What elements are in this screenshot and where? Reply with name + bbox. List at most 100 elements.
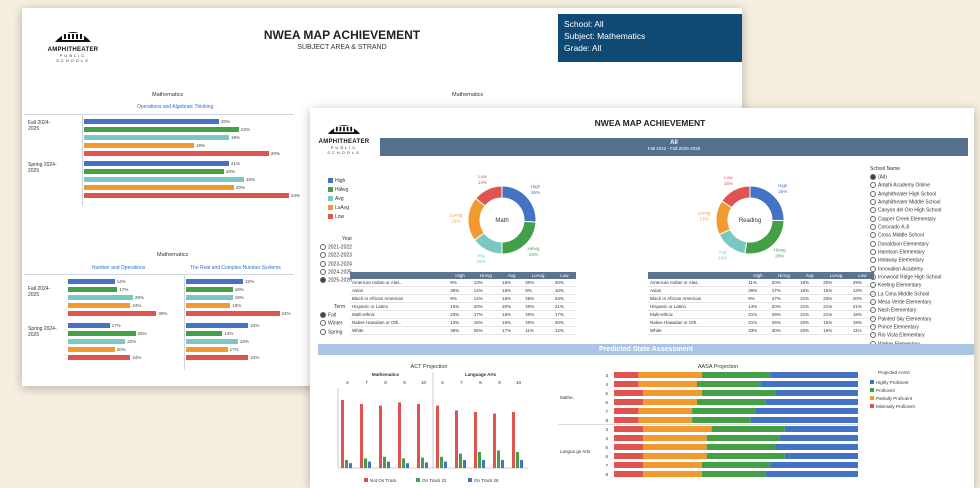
aasa-legend-label: Highly Proficient bbox=[876, 380, 909, 385]
radio-icon[interactable] bbox=[870, 182, 876, 189]
aasa-bar-segment bbox=[638, 372, 702, 378]
school-option[interactable]: Prince Elementary bbox=[870, 323, 970, 330]
section2-divider bbox=[24, 274, 294, 275]
legend-label: Low bbox=[335, 214, 345, 220]
school-option[interactable]: Rio Vista Elementary bbox=[870, 332, 970, 339]
radio-icon[interactable] bbox=[870, 223, 876, 230]
school-option[interactable]: Harelson Elementary bbox=[870, 248, 970, 255]
act-grade-label: 9 bbox=[498, 380, 501, 385]
school-option[interactable]: Copper Creek Elementary bbox=[870, 215, 970, 222]
school-option[interactable]: Coronado K-8 bbox=[870, 223, 970, 231]
operations-strand-bar bbox=[84, 143, 194, 148]
school-option[interactable]: Painted Sky Elementary bbox=[870, 315, 970, 322]
year-option[interactable]: 2021-2022 bbox=[320, 244, 352, 250]
year-option[interactable]: 2025-2026 bbox=[320, 277, 352, 284]
table-cell: 18% bbox=[500, 279, 524, 287]
table-cell: Multi-ethnic bbox=[350, 310, 449, 319]
table-row: American Indian or Alas.. 9% 13% 18% 30% 30% bbox=[350, 279, 576, 287]
term-option-label: Winter bbox=[328, 320, 343, 327]
radio-icon[interactable] bbox=[320, 252, 326, 259]
act-bar bbox=[383, 456, 386, 468]
radio-icon[interactable] bbox=[870, 298, 876, 305]
table-cell: Asian bbox=[648, 286, 747, 295]
donut-slice-value: 17% bbox=[700, 217, 709, 222]
radio-icon[interactable] bbox=[870, 265, 876, 272]
radio-icon[interactable] bbox=[870, 290, 876, 297]
school-option[interactable]: Amphi Academy Online bbox=[870, 182, 970, 189]
radio-icon[interactable] bbox=[870, 323, 876, 330]
school-option[interactable]: Mesa Verde Elementary bbox=[870, 298, 970, 305]
radio-icon[interactable] bbox=[870, 273, 876, 280]
radio-icon[interactable] bbox=[870, 232, 876, 239]
aasa-bar-segment bbox=[765, 471, 858, 477]
radio-icon[interactable] bbox=[320, 260, 326, 267]
term-option-label: Fall bbox=[328, 312, 337, 319]
radio-icon[interactable] bbox=[320, 320, 326, 327]
school-option[interactable]: Ironwood Ridge High School bbox=[870, 273, 970, 280]
radio-icon[interactable] bbox=[870, 307, 876, 314]
donut-slice-value: 14% bbox=[478, 180, 487, 185]
term-option[interactable]: Winter bbox=[320, 320, 345, 327]
table-cell: 14% bbox=[746, 302, 770, 311]
radio-icon[interactable] bbox=[870, 240, 876, 247]
term-option[interactable]: Spring bbox=[320, 328, 345, 335]
radio-icon[interactable] bbox=[870, 198, 876, 205]
school-option[interactable]: Holaway Elementary bbox=[870, 257, 970, 264]
school-option[interactable]: Amphitheater High School bbox=[870, 190, 970, 197]
radio-icon[interactable] bbox=[870, 215, 876, 222]
year-option[interactable]: 2024-2025 bbox=[320, 268, 352, 275]
number-operations-bar bbox=[68, 287, 118, 292]
act-bar bbox=[512, 412, 515, 468]
school-option[interactable]: (All) bbox=[870, 174, 970, 180]
school-option[interactable]: Cross Middle School bbox=[870, 232, 970, 239]
radio-icon[interactable] bbox=[870, 315, 876, 322]
school-option[interactable]: Canyon del Oro High School bbox=[870, 207, 970, 214]
school-option[interactable]: La Cima Middle School bbox=[870, 290, 970, 297]
radio-icon[interactable] bbox=[320, 277, 326, 284]
radio-icon[interactable] bbox=[320, 328, 326, 335]
radio-icon[interactable] bbox=[870, 282, 876, 289]
radio-icon[interactable] bbox=[870, 190, 876, 197]
act-bar bbox=[379, 405, 382, 468]
term-option[interactable]: Fall bbox=[320, 312, 345, 318]
legend-swatch bbox=[328, 178, 333, 184]
aasa-bar-segment bbox=[638, 381, 697, 387]
school-option[interactable]: Keeling Elementary bbox=[870, 282, 970, 289]
aasa-bar-segment bbox=[765, 399, 858, 405]
radio-icon[interactable] bbox=[870, 332, 876, 339]
year-option[interactable]: 2022-2023 bbox=[320, 252, 352, 259]
radio-icon[interactable] bbox=[870, 207, 876, 214]
aasa-bar-segment bbox=[706, 435, 780, 441]
school-option-label: Coronado K-8 bbox=[878, 224, 910, 231]
table-cell: 19% bbox=[500, 318, 524, 327]
radio-icon[interactable] bbox=[320, 244, 326, 250]
table-cell: 18% bbox=[798, 279, 822, 287]
real-complex-bar-label: 24% bbox=[250, 354, 260, 360]
school-option[interactable]: Nash Elementary bbox=[870, 307, 970, 314]
school-option[interactable]: Donaldson Elementary bbox=[870, 240, 970, 247]
act-bar bbox=[368, 461, 371, 468]
section2-heading: Mathematics bbox=[157, 252, 189, 258]
radio-icon[interactable] bbox=[320, 268, 326, 275]
aasa-grade-label: 7 bbox=[605, 409, 608, 414]
table-cell: 15% bbox=[821, 318, 851, 327]
row-label-spring: Spring 2024-2025 bbox=[28, 162, 57, 174]
aasa-bar-segment bbox=[643, 444, 707, 450]
table-cell: 20% bbox=[523, 302, 553, 311]
radio-icon[interactable] bbox=[870, 174, 876, 180]
act-legend-label: On Track 26 bbox=[474, 478, 499, 483]
year-option[interactable]: 2023-2024 bbox=[320, 260, 352, 267]
aasa-legend-swatch bbox=[870, 388, 874, 392]
school-option[interactable]: Innovation Academy bbox=[870, 265, 970, 272]
table-cell: 30% bbox=[769, 326, 799, 335]
selection-banner-line2: Fall 2022 - Fall 2025-2026 bbox=[647, 146, 701, 151]
table-cell: 13% bbox=[471, 279, 501, 287]
school-option[interactable]: Amphitheater Middle School bbox=[870, 198, 970, 205]
radio-icon[interactable] bbox=[870, 257, 876, 264]
table-cell: 34% bbox=[552, 294, 576, 303]
table-cell: 15% bbox=[821, 286, 851, 295]
radio-icon[interactable] bbox=[320, 312, 326, 318]
aasa-bar-segment bbox=[760, 381, 858, 387]
legend-item: LoAvg bbox=[328, 205, 349, 211]
radio-icon[interactable] bbox=[870, 248, 876, 255]
